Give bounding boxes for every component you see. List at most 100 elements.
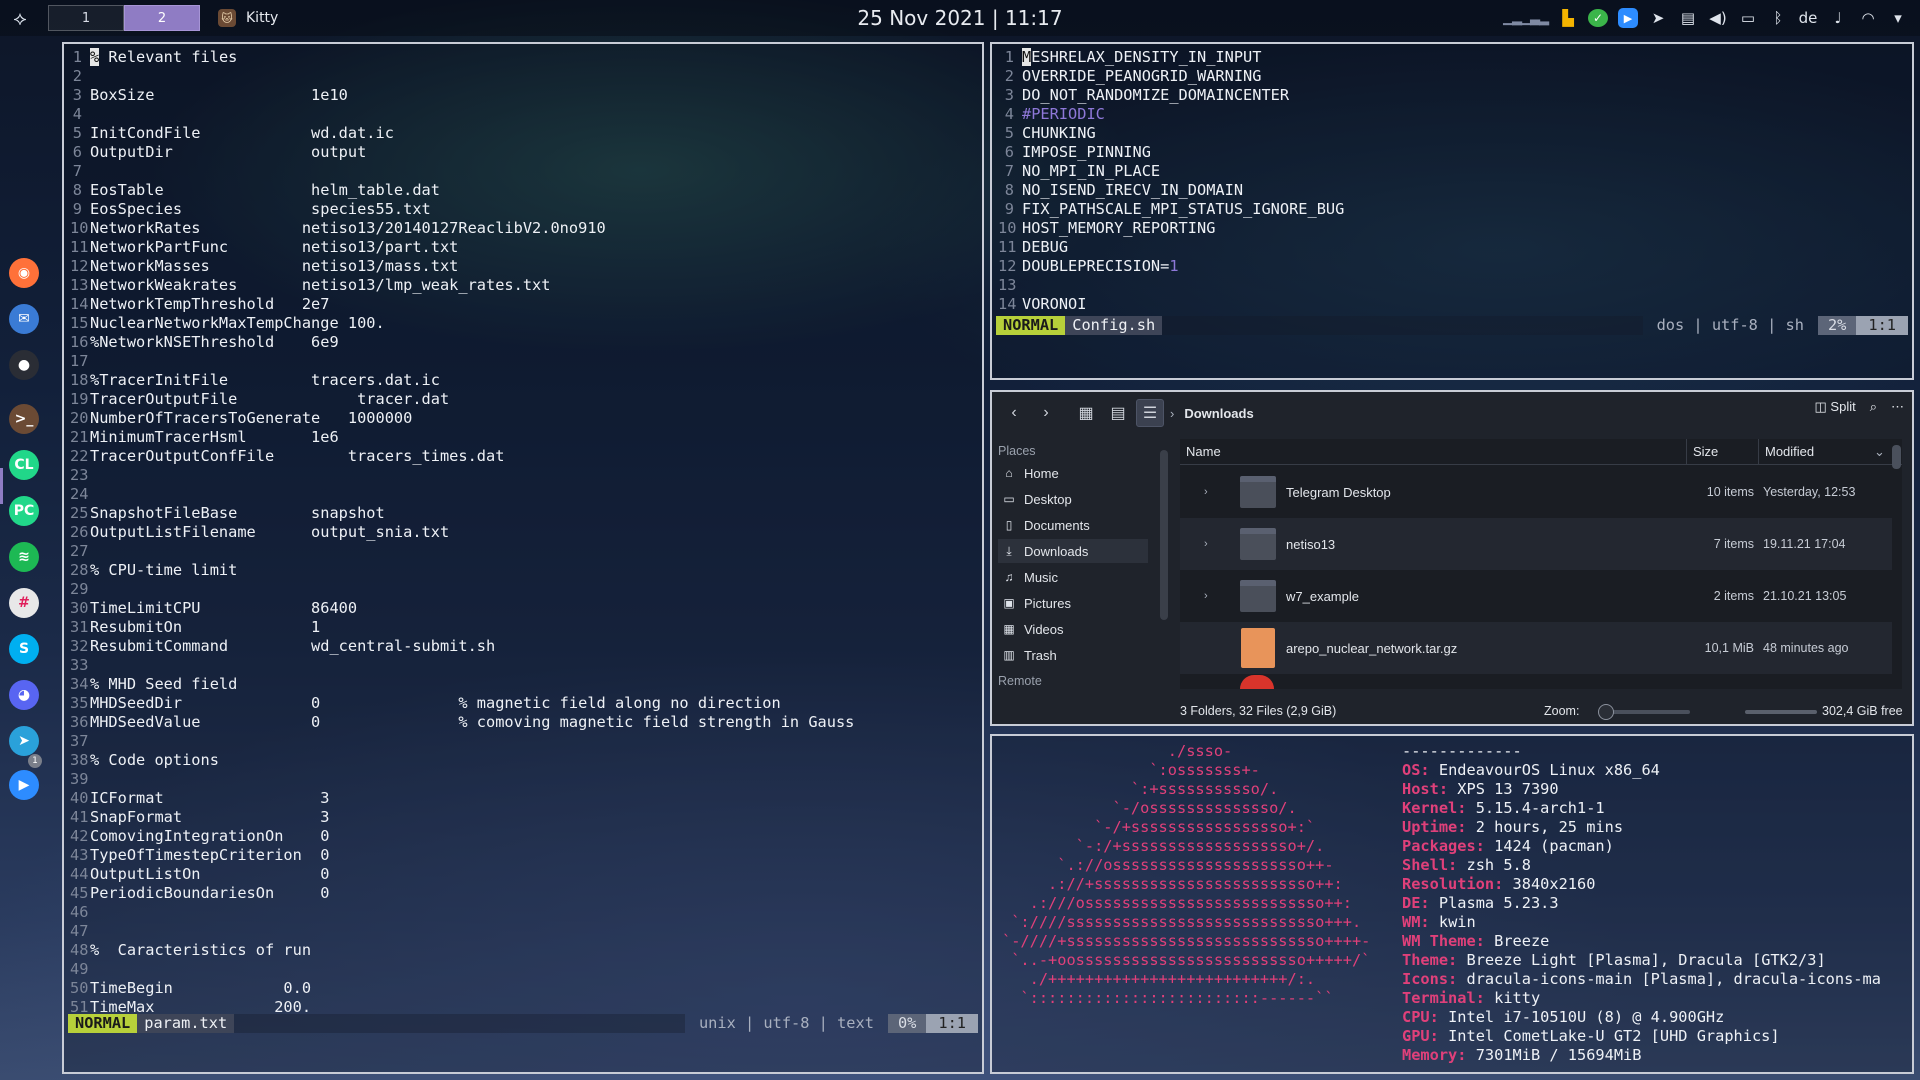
dock-slack-icon[interactable]: # (9, 588, 39, 618)
microphone-icon[interactable]: ♩ (1828, 7, 1848, 29)
tray-expand-chevron-icon[interactable]: ▾ (1888, 7, 1908, 29)
logo-line: .://+ssssssssssssssssssssssso++: (1002, 875, 1343, 893)
vim-line: 23 (70, 466, 854, 485)
expand-chevron-icon[interactable]: › (1204, 486, 1208, 498)
place-home[interactable]: ⌂ Home (998, 461, 1148, 485)
code-line: SnapshotFileBase snapshot (90, 504, 385, 522)
line-number: 34 (70, 675, 89, 693)
place-videos[interactable]: ▦ Videos (998, 617, 1148, 641)
dock-firefox-icon[interactable]: ◉ (9, 258, 39, 288)
telegram-tray-icon[interactable]: ➤ (1648, 7, 1668, 29)
code-line: NO_MPI_IN_PLACE (1022, 162, 1161, 180)
place-music[interactable]: ♫ Music (998, 565, 1148, 589)
place-label: Trash (1024, 647, 1057, 663)
app-launcher-icon[interactable]: ⟡ (8, 6, 32, 30)
display-icon[interactable]: ▭ (1738, 7, 1758, 29)
vim-buffer-param[interactable]: 1% Relevant files 2 3 BoxSize 1e10 4 5 InitCon… (70, 48, 854, 1017)
info-value: 1424 (pacman) (1494, 837, 1614, 855)
info-row: Packages: 1424 (pacman) (1402, 837, 1881, 856)
icons-view-icon[interactable]: ▦ (1072, 399, 1100, 427)
expand-chevron-icon[interactable]: › (1204, 590, 1208, 602)
column-name[interactable]: Name (1186, 444, 1221, 459)
file-row[interactable]: arepo_nuclear_network.tar.gz 10,1 MiB 48 m… (1180, 622, 1892, 674)
forward-icon[interactable]: › (1032, 399, 1060, 427)
kitty-window-param[interactable]: 1% Relevant files 2 3 BoxSize 1e10 4 5 InitCon… (62, 42, 984, 1074)
zoom-slider[interactable] (1598, 704, 1690, 720)
vim-line: 6 OutputDir output (70, 143, 854, 162)
sort-chevron-icon[interactable]: ⌄ (1874, 444, 1885, 460)
cpu-monitor-icon[interactable]: ▁▂▁▃▂ (1503, 7, 1549, 29)
place-pictures[interactable]: ▣ Pictures (998, 591, 1148, 615)
info-row: Kernel: 5.15.4-arch1-1 (1402, 799, 1881, 818)
wifi-icon[interactable]: ◠ (1858, 7, 1878, 29)
details-view-icon[interactable]: ☰ (1136, 399, 1164, 427)
info-row: DE: Plasma 5.23.3 (1402, 894, 1881, 913)
kitty-window-neofetch[interactable]: ./ssso- `:osssssss+- `:+sssssssssso/. `-… (990, 734, 1914, 1074)
column-modified[interactable]: Modified (1758, 438, 1814, 465)
vim-line: 1% Relevant files (70, 48, 854, 67)
compact-view-icon[interactable]: ▤ (1104, 399, 1132, 427)
volume-icon[interactable]: ◀) (1708, 7, 1728, 29)
dock-skype-icon[interactable]: S (9, 634, 39, 664)
place-trash[interactable]: ▥ Trash (998, 643, 1148, 667)
line-number: 6 (1004, 143, 1014, 161)
line-number: 27 (70, 542, 89, 560)
file-row[interactable]: › Telegram Desktop 10 items Yesterday, 12:5… (1180, 466, 1892, 518)
dolphin-window[interactable]: ‹ › ▦ ▤ ☰ › Downloads ◫ Split ⌕ ⋯ Places… (990, 390, 1914, 726)
vim-line: 5 CHUNKING (998, 124, 1344, 143)
code-line: IMPOSE_PINNING (1022, 143, 1151, 161)
dock-clion-icon[interactable]: CL (9, 450, 39, 480)
file-view-scrollbar[interactable] (1892, 445, 1901, 469)
workspace-2[interactable]: 2 (124, 5, 200, 31)
dock-zoom-icon[interactable]: ▶ (9, 770, 39, 800)
file-row[interactable]: › netiso13 7 items 19.11.21 17:04 (1180, 518, 1892, 570)
file-row[interactable]: › w7_example 2 items 21.10.21 13:05 (1180, 570, 1892, 622)
vim-buffer-config[interactable]: 1 MESHRELAX_DENSITY_IN_INPUT 2 OVERRIDE_PEA… (998, 48, 1344, 314)
dock-kitty-icon[interactable]: >_ (9, 404, 39, 434)
status-check-icon[interactable]: ✓ (1588, 9, 1608, 27)
taskbar-item-kitty[interactable]: 🐱 Kitty (218, 6, 278, 30)
place-downloads[interactable]: ⤓ Downloads (998, 539, 1148, 563)
column-size[interactable]: Size (1686, 438, 1758, 465)
line-number: 36 (70, 713, 89, 731)
info-value: 3840x2160 (1512, 875, 1596, 893)
breadcrumb[interactable]: Downloads (1184, 406, 1253, 421)
vim-line: 5 InitCondFile wd.dat.ic (70, 124, 854, 143)
zoom-slider-knob[interactable] (1598, 704, 1614, 720)
clipboard-icon[interactable]: ▤ (1678, 7, 1698, 29)
code-value: 1 (1169, 257, 1179, 275)
code-line: FIX_PATHSCALE_MPI_STATUS_IGNORE_BUG (1022, 200, 1345, 218)
kitty-window-config[interactable]: 1 MESHRELAX_DENSITY_IN_INPUT 2 OVERRIDE_PEA… (990, 42, 1914, 380)
logo-line: `-/ossssssssssssso/. (1002, 799, 1297, 817)
dock-pycharm-icon[interactable]: PC (9, 496, 39, 526)
code-text: DOUBLEPRECISION= (1022, 257, 1170, 275)
line-number: 38 (70, 751, 89, 769)
dock-app-dark-icon[interactable]: ● (9, 350, 39, 380)
search-icon[interactable]: ⌕ (1870, 399, 1877, 415)
info-key: Icons: (1402, 970, 1458, 988)
split-button[interactable]: ◫ Split (1815, 399, 1856, 415)
dock-telegram-icon[interactable]: ➤ (9, 726, 39, 756)
bluetooth-icon[interactable]: ᛒ (1768, 7, 1788, 29)
dock-thunderbird-icon[interactable]: ✉ (9, 304, 39, 334)
workspace-1[interactable]: 1 (48, 5, 124, 31)
file-manager-tray-icon[interactable]: ▙ (1558, 7, 1578, 29)
zoom-tray-icon[interactable]: ▶ (1618, 8, 1638, 28)
vim-line: 3 DO_NOT_RANDOMIZE_DOMAINCENTER (998, 86, 1344, 105)
menu-icon[interactable]: ⋯ (1891, 399, 1904, 415)
expand-chevron-icon[interactable]: › (1204, 538, 1208, 550)
vim-line: 22 TracerOutputConfFile tracers_times.dat (70, 447, 854, 466)
back-icon[interactable]: ‹ (1000, 399, 1028, 427)
place-documents[interactable]: ▯ Documents (998, 513, 1148, 537)
dock-discord-icon[interactable]: ◕ (9, 680, 39, 710)
place-desktop[interactable]: ▭ Desktop (998, 487, 1148, 511)
keyboard-layout[interactable]: de (1798, 7, 1818, 29)
file-view[interactable]: Name Size Modified ⌄ › Telegram Desktop 10… (1180, 438, 1902, 689)
info-value: 7301MiB / 15694MiB (1475, 1046, 1642, 1064)
kitty-icon: 🐱 (218, 9, 236, 27)
dock-spotify-icon[interactable]: ≋ (9, 542, 39, 572)
free-space: 302,4 GiB free (1822, 704, 1903, 718)
places-scrollbar[interactable] (1160, 450, 1168, 620)
line-number: 28 (70, 561, 89, 579)
vim-line: 19 TracerOutputFile tracer.dat (70, 390, 854, 409)
